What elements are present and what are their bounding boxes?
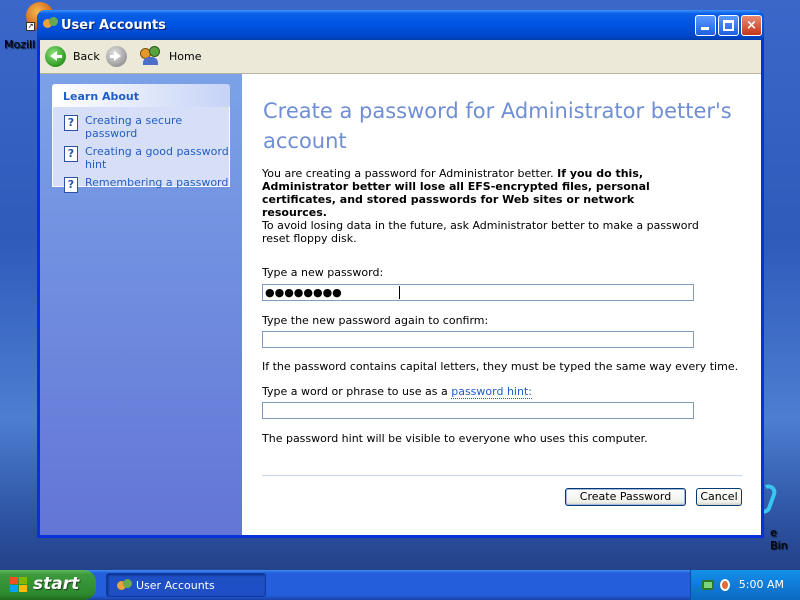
toolbar: Back Home [40,40,761,74]
help-icon: ? [64,146,78,162]
learn-about-list: ? Creating a secure password ? Creating … [52,107,230,193]
learn-link[interactable]: Remembering a password [85,176,228,189]
clock[interactable]: 5:00 AM [739,578,784,591]
reset-disk-paragraph: To avoid losing data in the future, ask … [262,219,699,245]
learn-link[interactable]: Creating a good password hint [85,145,229,171]
taskbar-item-user-accounts[interactable]: User Accounts [106,573,266,597]
warning-text: You are creating a password for Administ… [262,167,558,180]
start-button[interactable]: start [0,570,96,600]
home-button[interactable]: Home [140,44,201,68]
desktop-icon-label: e Bin [770,526,788,552]
windows-logo-icon [10,577,28,593]
network-icon[interactable] [701,578,715,592]
start-label: start [33,574,80,594]
learn-item-password-hint[interactable]: ? Creating a good password hint [53,144,229,175]
main-pane: Create a password for Administrator bett… [242,74,761,535]
desktop-icon-label: Mozill [4,38,36,51]
maximize-icon [723,20,734,31]
security-alert-icon[interactable] [718,578,732,592]
minimize-button[interactable] [695,15,716,36]
new-password-field[interactable]: ●●●●●●●● [262,284,694,301]
maximize-button[interactable] [718,15,739,36]
page-title: Create a password for Administrator bett… [263,99,732,153]
learn-link[interactable]: Creating a secure password [85,114,229,140]
window-content: Learn About ? Creating a secure password… [40,74,761,535]
learn-item-secure-password[interactable]: ? Creating a secure password [53,113,229,144]
system-tray: 5:00 AM [690,570,800,600]
shortcut-arrow-icon: ↗ [26,22,35,31]
back-arrow-icon [45,45,66,67]
taskbar-item-label: User Accounts [136,579,215,592]
back-label: Back [73,49,100,63]
taskbar: start User Accounts 5:00 AM [0,570,800,600]
desktop-icon-mozilla[interactable]: ↗ Mozill [0,0,54,52]
back-button[interactable]: Back [45,44,100,68]
new-password-label: Type a new password: [262,266,384,279]
learn-about-panel: Learn About ? Creating a secure password… [52,84,230,193]
help-icon: ? [64,177,78,193]
help-icon: ? [64,115,78,131]
capital-letters-note: If the password contains capital letters… [262,360,739,373]
learn-item-remembering-password[interactable]: ? Remembering a password [53,175,229,197]
create-password-button[interactable]: Create Password [565,488,686,506]
window-title: User Accounts [61,18,166,33]
user-accounts-window: User Accounts × Back Home Learn About ? … [37,10,764,538]
user-accounts-icon [43,17,59,31]
forward-button[interactable] [106,44,127,68]
password-hint-field[interactable] [262,402,694,419]
minimize-icon [701,27,709,30]
task-pane: Learn About ? Creating a secure password… [40,74,242,535]
divider [262,475,742,476]
warning-paragraph: You are creating a password for Administ… [262,167,702,219]
forward-arrow-icon [106,45,127,67]
confirm-password-label: Type the new password again to confirm: [262,314,489,327]
confirm-password-field[interactable] [262,331,694,348]
hint-visibility-note: The password hint will be visible to eve… [262,432,648,445]
close-icon: × [746,18,757,33]
password-hint-link[interactable]: password hint: [451,385,532,399]
password-hint-label: Type a word or phrase to use as a passwo… [262,385,532,399]
close-button[interactable]: × [741,15,762,36]
text-caret [399,286,400,299]
home-label: Home [169,49,202,63]
home-users-icon [140,46,162,66]
hint-label-prefix: Type a word or phrase to use as a [262,385,452,398]
user-accounts-icon [117,579,133,593]
learn-about-header: Learn About [52,84,230,107]
cancel-button[interactable]: Cancel [696,488,742,506]
title-bar[interactable]: User Accounts × [37,10,764,40]
